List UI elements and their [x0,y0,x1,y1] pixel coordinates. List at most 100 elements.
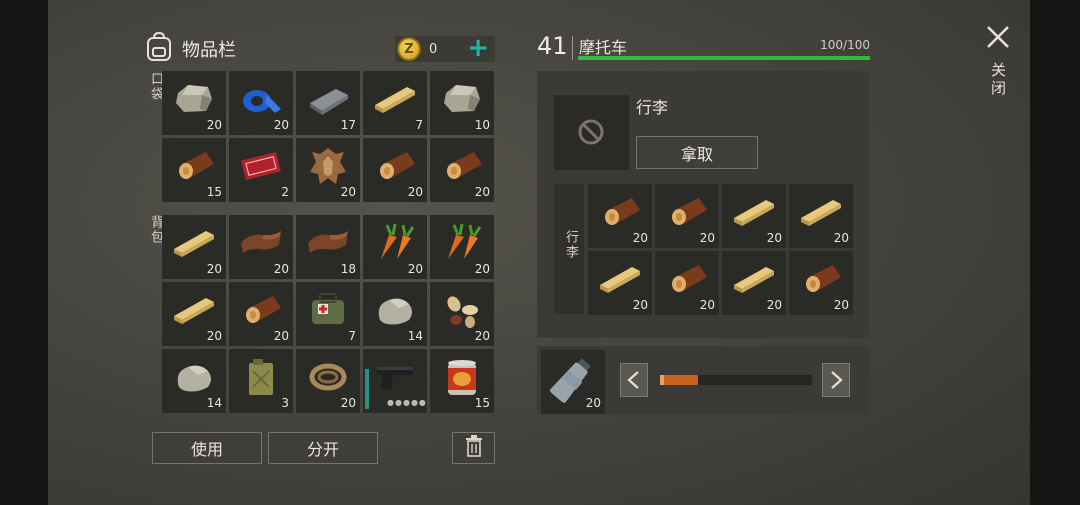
close-button[interactable] [983,22,1013,52]
pocket-slot[interactable]: 20 [430,138,494,202]
durability-text: 100/100 [820,38,870,52]
stone-icon [172,79,216,119]
inventory-header: 物品栏 [146,31,236,66]
backpack-slot[interactable]: 20 [430,282,494,346]
pocket-slot[interactable]: 20 [229,71,293,135]
delete-button[interactable] [452,432,495,464]
item-count: 20 [474,185,490,199]
blocked-icon [578,119,604,145]
canned-food-icon [440,357,484,397]
jerrycan-icon [239,357,283,397]
log-icon [373,146,417,186]
backpack-slot[interactable]: 7 [296,282,360,346]
fuel-decrease-button[interactable] [620,363,648,397]
close-label[interactable]: 关闭 [988,62,1009,98]
medkit-bag-icon [306,290,350,330]
durability-bar [578,56,870,60]
plank-icon [732,192,776,232]
hide-icon [306,146,350,186]
rock-icon [373,290,417,330]
fuel-increase-button[interactable] [822,363,850,397]
fuel-item-slot[interactable]: 20 [541,350,605,414]
plank-icon [172,223,216,263]
backpack-slot[interactable]: 18 [296,215,360,279]
close-icon [987,26,1009,48]
backpack-slot[interactable]: 20 [229,215,293,279]
item-count: 20 [273,262,289,276]
vehicle-level: 41 [537,32,568,60]
backpack-slot[interactable]: 20 [162,215,226,279]
right-screen-edge [1030,0,1080,505]
item-count: 20 [833,231,849,245]
item-count: 7 [348,329,356,343]
item-count: 20 [699,231,715,245]
pocket-slot[interactable]: 15 [162,138,226,202]
backpack-slot[interactable]: 15 [430,349,494,413]
add-coins-button[interactable]: + [467,35,489,61]
item-count: 20 [273,118,289,132]
coin-icon: Z [397,37,421,61]
item-count: 20 [407,185,423,199]
item-count: 20 [340,185,356,199]
leather-icon [306,223,350,263]
item-count: 20 [766,298,782,312]
backpack-slot[interactable]: 20 [229,282,293,346]
luggage-slot[interactable]: 20 [789,184,853,248]
pocket-slot[interactable]: 20 [162,71,226,135]
item-count: 20 [273,329,289,343]
backpack-slot[interactable]: 14 [363,282,427,346]
backpack-slot[interactable]: 20 [363,215,427,279]
split-button[interactable]: 分开 [268,432,378,464]
take-button[interactable]: 拿取 [636,136,758,169]
item-count: 20 [585,396,601,410]
item-count: 20 [699,298,715,312]
coin-amount: 0 [429,41,438,57]
rope-icon [306,357,350,397]
backpack-slot[interactable]: 14 [162,349,226,413]
backpack-slot[interactable]: 20 [296,349,360,413]
log-icon [440,146,484,186]
luggage-slot[interactable]: 20 [588,251,652,315]
pocket-slot[interactable]: 10 [430,71,494,135]
backpack-slot[interactable]: ●●●●● [363,349,427,413]
luggage-slot-empty[interactable] [554,95,629,170]
luggage-slot[interactable]: 20 [655,251,719,315]
vehicle-header: 41 摩托车 100/100 [537,32,870,62]
log-icon [598,192,642,232]
luggage-slot[interactable]: 20 [655,184,719,248]
pocket-slot[interactable]: 7 [363,71,427,135]
luggage-slot[interactable]: 20 [722,184,786,248]
inventory-title: 物品栏 [182,40,236,61]
luggage-slot[interactable]: 20 [789,251,853,315]
fuel-amount-bar[interactable] [660,375,812,385]
item-count: 20 [340,396,356,410]
rock-icon [172,357,216,397]
pocket-slot[interactable]: 20 [296,138,360,202]
arrow-left-icon [627,371,639,389]
luggage-slot[interactable]: 20 [588,184,652,248]
header-divider [572,36,573,60]
item-count: 7 [415,118,423,132]
pocket-slot[interactable]: 20 [363,138,427,202]
durability-fill [578,56,870,60]
item-count: 14 [407,329,423,343]
backpack-slot[interactable]: 20 [162,282,226,346]
item-count: 17 [340,118,356,132]
log-icon [665,192,709,232]
item-count: 20 [206,262,222,276]
ammo-dots: ●●●●● [387,398,427,407]
coin-counter: Z 0 + [395,35,495,62]
item-count: 20 [474,329,490,343]
luggage-grid: 20 20 20 20 20 20 20 20 [588,184,853,315]
backpack-icon [146,31,172,66]
use-button[interactable]: 使用 [152,432,262,464]
left-screen-edge [0,0,48,505]
item-count: 20 [632,298,648,312]
pocket-slot[interactable]: 17 [296,71,360,135]
backpack-slot[interactable]: 3 [229,349,293,413]
backpack-slot[interactable]: 20 [430,215,494,279]
pocket-slot[interactable]: 2 [229,138,293,202]
luggage-slot[interactable]: 20 [722,251,786,315]
item-count: 15 [474,396,490,410]
plank-icon [598,259,642,299]
